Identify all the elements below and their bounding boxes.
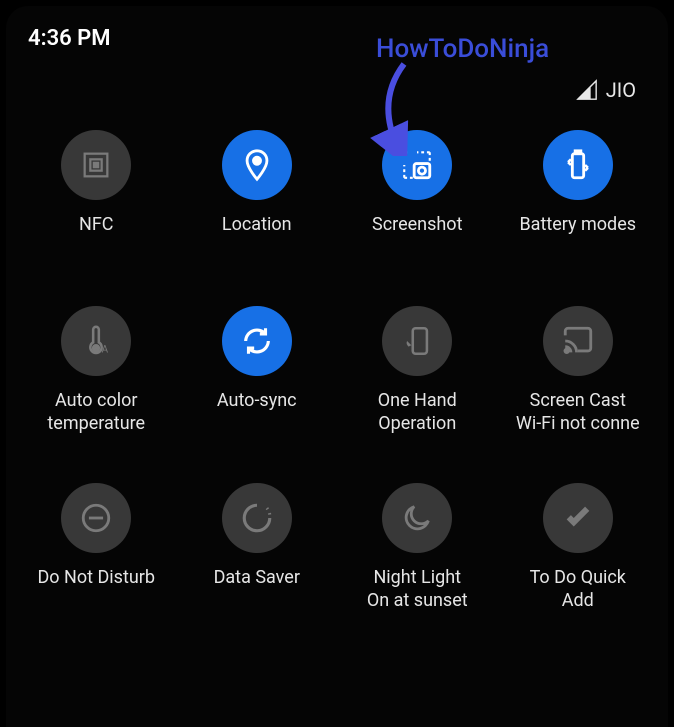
tile-label: Auto color temperature bbox=[47, 390, 145, 435]
tile-label: Battery modes bbox=[519, 214, 636, 258]
quick-settings-panel: 4:36 PM HowToDoNinja JIO NFC bbox=[6, 6, 668, 727]
screenshot-icon bbox=[382, 130, 452, 200]
tile-nfc[interactable]: NFC bbox=[16, 130, 177, 258]
tile-one-hand[interactable]: One Hand Operation bbox=[337, 306, 498, 435]
tile-auto-color-temp[interactable]: A Auto color temperature bbox=[16, 306, 177, 435]
data-saver-icon bbox=[222, 483, 292, 553]
carrier-label: JIO bbox=[606, 78, 636, 102]
check-icon bbox=[543, 483, 613, 553]
tile-location[interactable]: Location bbox=[177, 130, 338, 258]
nfc-icon bbox=[61, 130, 131, 200]
tile-label: Auto-sync bbox=[217, 390, 297, 434]
tile-label: To Do Quick Add bbox=[530, 567, 626, 612]
tile-label: One Hand Operation bbox=[378, 390, 457, 435]
tile-data-saver[interactable]: Data Saver bbox=[177, 483, 338, 612]
tile-auto-sync[interactable]: Auto-sync bbox=[177, 306, 338, 435]
tile-label: NFC bbox=[79, 214, 114, 258]
tile-do-not-disturb[interactable]: Do Not Disturb bbox=[16, 483, 177, 612]
status-bar: 4:36 PM bbox=[6, 6, 668, 56]
location-icon bbox=[222, 130, 292, 200]
tile-screenshot[interactable]: Screenshot bbox=[337, 130, 498, 258]
tile-label: Screen Cast Wi-Fi not conne bbox=[516, 390, 640, 435]
tile-todo-quick-add[interactable]: To Do Quick Add bbox=[498, 483, 659, 612]
quick-settings-grid: NFC Location Screenshot bbox=[6, 102, 668, 612]
watermark-text: HowToDoNinja bbox=[376, 34, 549, 64]
tile-label: Do Not Disturb bbox=[37, 567, 155, 611]
tile-label: Night Light On at sunset bbox=[367, 567, 468, 612]
tile-label: Location bbox=[222, 214, 292, 258]
tile-night-light[interactable]: Night Light On at sunset bbox=[337, 483, 498, 612]
tile-label: Screenshot bbox=[372, 214, 462, 258]
battery-icon bbox=[543, 130, 613, 200]
signal-icon bbox=[576, 79, 598, 101]
moon-icon bbox=[382, 483, 452, 553]
tile-battery-modes[interactable]: Battery modes bbox=[498, 130, 659, 258]
tile-screen-cast[interactable]: Screen Cast Wi-Fi not conne bbox=[498, 306, 659, 435]
status-time: 4:36 PM bbox=[28, 26, 111, 51]
sync-icon bbox=[222, 306, 292, 376]
carrier-indicator: JIO bbox=[6, 56, 668, 102]
thermometer-icon: A bbox=[61, 306, 131, 376]
tile-label: Data Saver bbox=[214, 567, 300, 611]
one-hand-icon bbox=[382, 306, 452, 376]
dnd-icon bbox=[61, 483, 131, 553]
cast-icon bbox=[543, 306, 613, 376]
svg-text:A: A bbox=[102, 344, 109, 355]
